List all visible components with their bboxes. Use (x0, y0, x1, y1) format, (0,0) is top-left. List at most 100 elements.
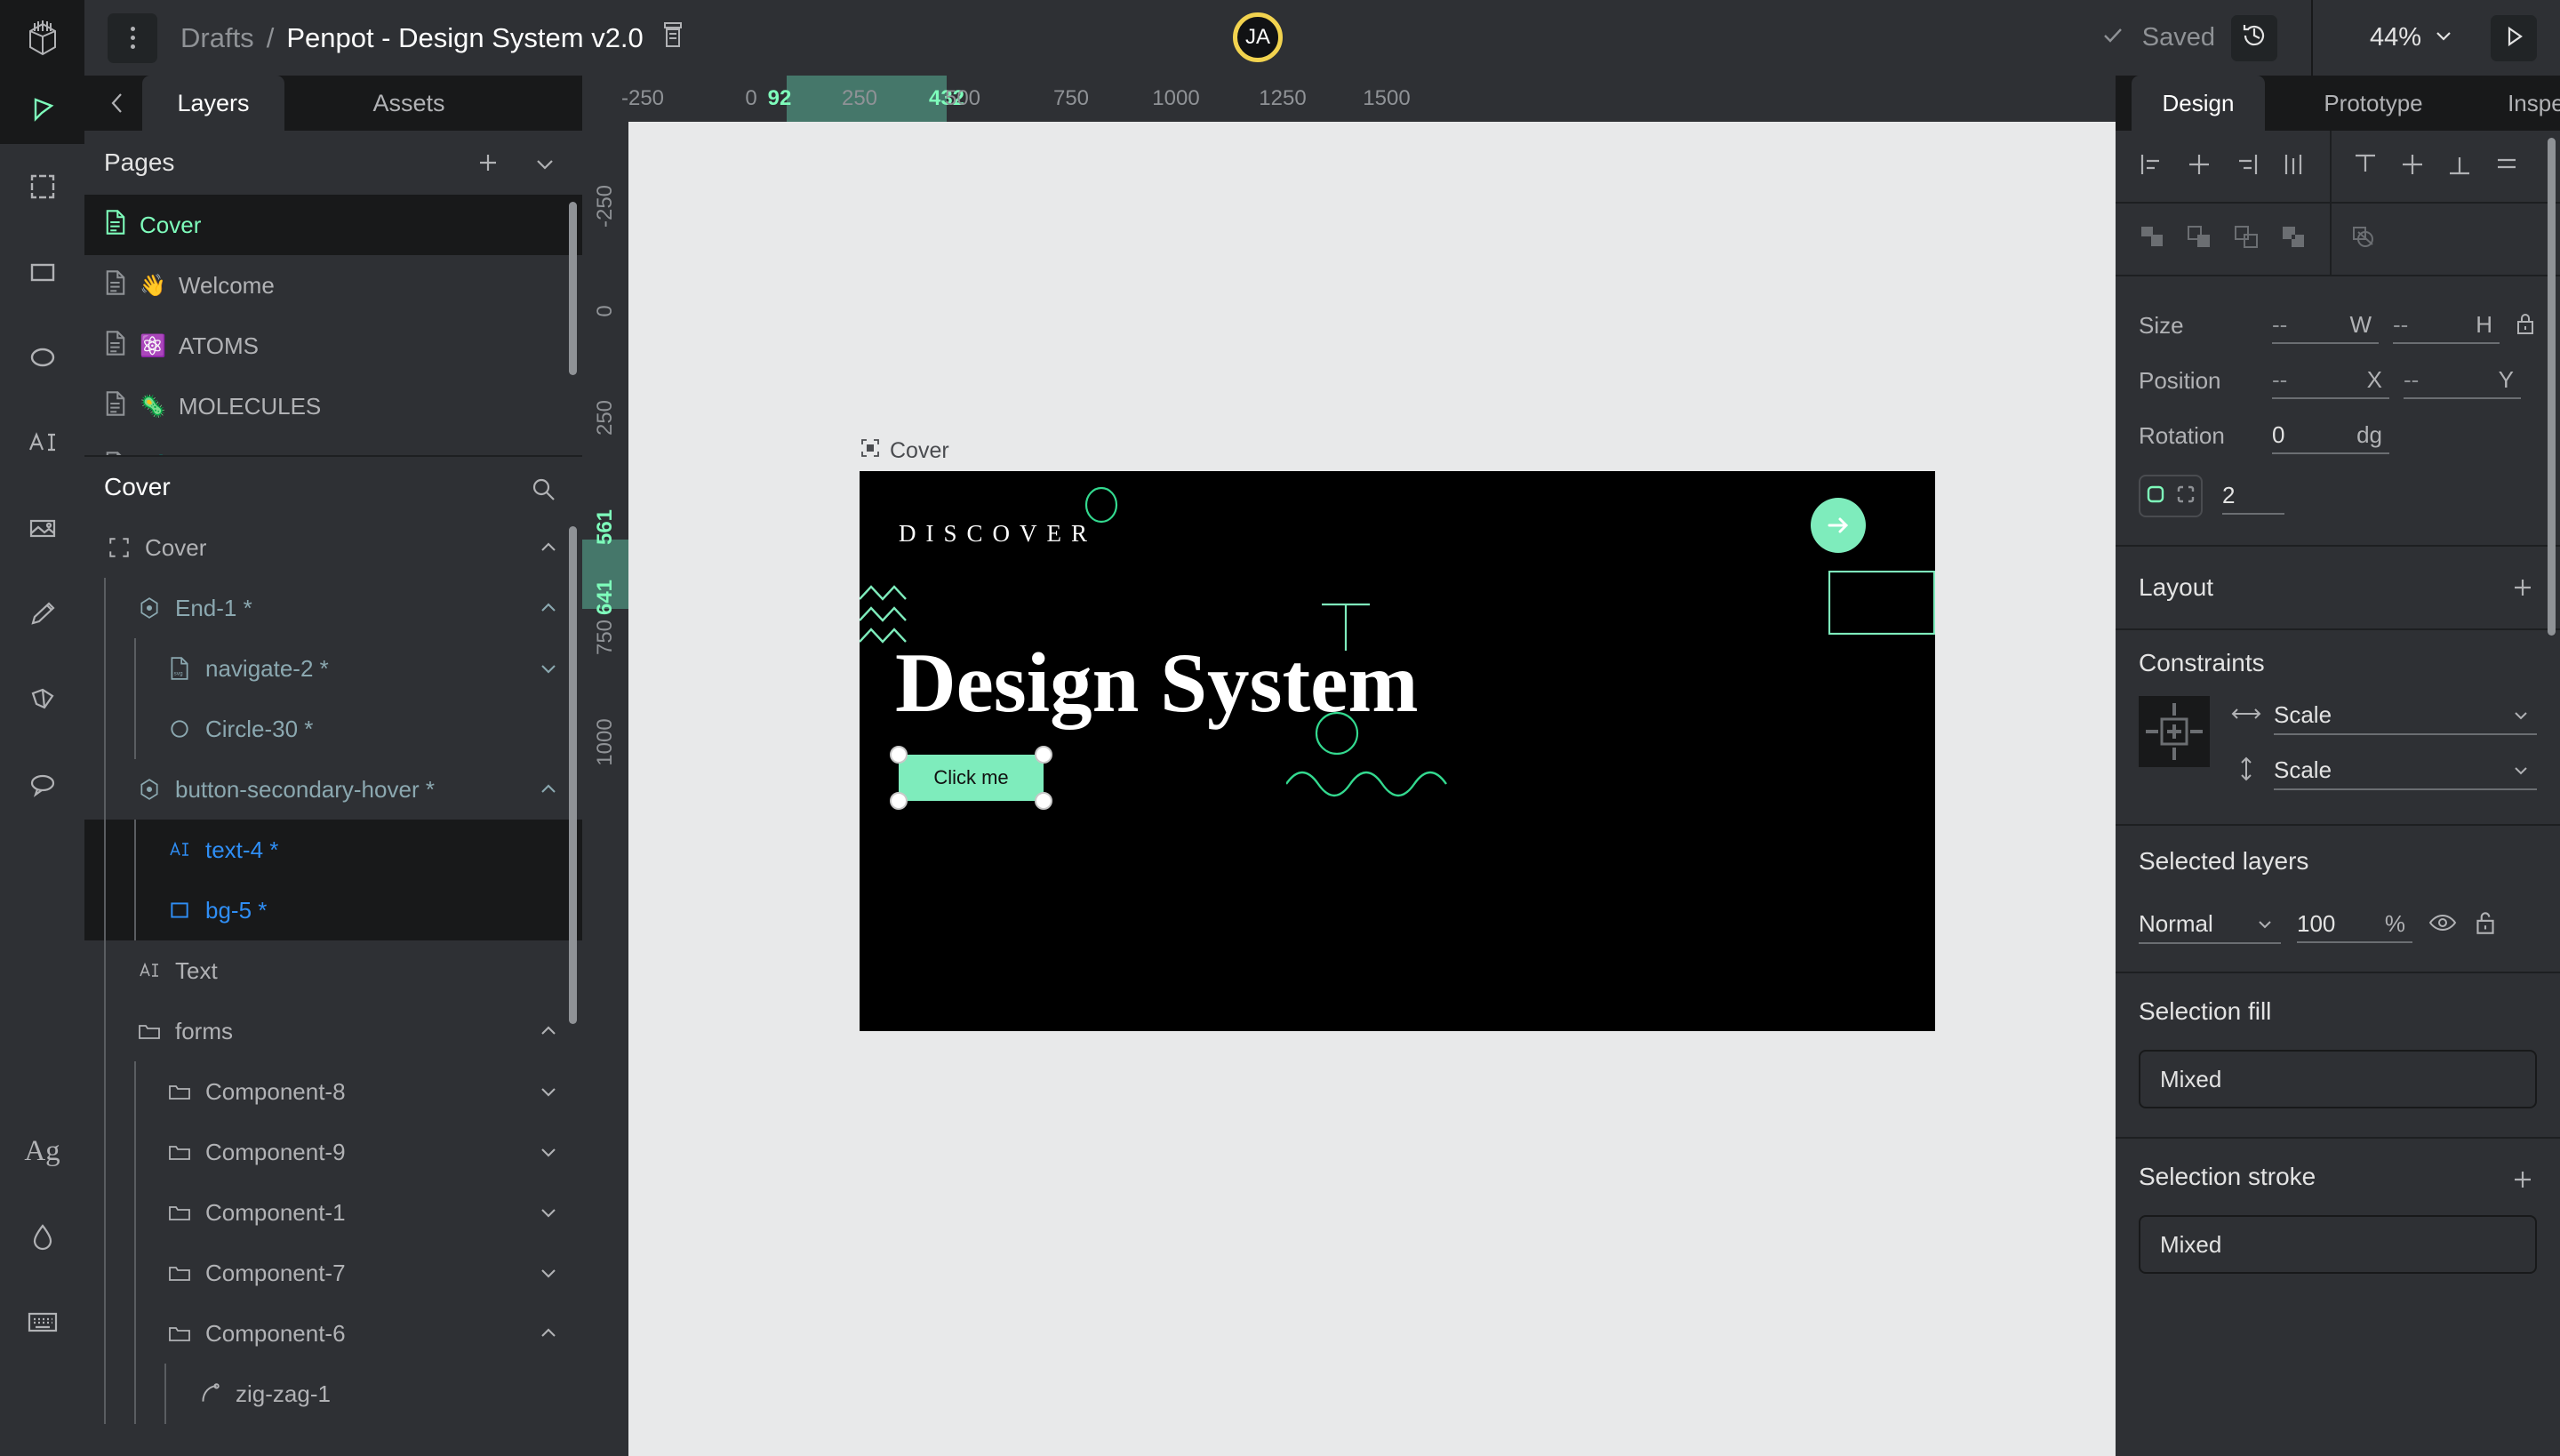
expand-icon[interactable] (531, 1079, 566, 1104)
breadcrumb-project[interactable]: Drafts (180, 22, 254, 54)
constraint-vertical-select[interactable]: Scale (2274, 751, 2537, 790)
layer-row[interactable]: Circle-30 * (84, 699, 582, 759)
layer-row[interactable]: Cover (84, 517, 582, 578)
lock-toggle-icon[interactable] (2473, 908, 2498, 941)
flatten-icon[interactable] (2348, 222, 2379, 257)
library-icon[interactable] (661, 21, 684, 55)
collapse-icon[interactable] (531, 535, 566, 560)
selection-fill-value-box[interactable]: Mixed (2139, 1050, 2537, 1108)
typography-tool[interactable]: Ag (0, 1108, 84, 1194)
pages-collapse-button[interactable] (531, 150, 559, 179)
selection-handle-br[interactable] (1035, 792, 1052, 810)
penpot-logo[interactable] (0, 0, 84, 76)
history-button[interactable] (2231, 14, 2277, 61)
collapse-icon[interactable] (531, 1321, 566, 1346)
constraints-widget[interactable] (2139, 696, 2210, 767)
collapse-icon[interactable] (531, 1019, 566, 1044)
collapse-icon[interactable] (531, 596, 566, 620)
expand-icon[interactable] (531, 1260, 566, 1285)
file-menu-button[interactable] (108, 12, 157, 63)
tab-layers[interactable]: Layers (142, 76, 284, 131)
layer-row[interactable]: zig-zag-1 (84, 1364, 582, 1424)
visibility-toggle-icon[interactable] (2428, 908, 2457, 941)
tab-inspect[interactable]: Inspect (2478, 76, 2560, 131)
boolean-union-icon[interactable] (2137, 222, 2167, 257)
artboard-cover[interactable]: DISCOVER Design System Click me (860, 471, 1935, 1031)
align-middle-icon[interactable] (2396, 148, 2428, 185)
align-center-horizontal-icon[interactable] (2183, 148, 2215, 185)
align-bottom-icon[interactable] (2444, 148, 2476, 185)
canvas-surface[interactable]: Cover DISCOVER Design System Click me (628, 122, 2116, 1456)
selection-handle-tr[interactable] (1035, 746, 1052, 764)
add-layout-button[interactable] (2508, 573, 2537, 602)
rotation-input[interactable]: 0 dg (2272, 417, 2389, 454)
selection-stroke-value-box[interactable]: Mixed (2139, 1215, 2537, 1274)
comment-tool[interactable] (0, 741, 84, 827)
add-stroke-button[interactable] (2508, 1165, 2537, 1194)
expand-icon[interactable] (531, 1140, 566, 1164)
blend-mode-select[interactable]: Normal (2139, 905, 2281, 944)
radius-mode-toggle[interactable] (2139, 475, 2203, 517)
radius-input[interactable]: 2 (2222, 477, 2284, 515)
layers-scrollbar[interactable] (569, 526, 577, 1024)
layer-row[interactable]: Text (84, 940, 582, 1001)
page-item-atoms[interactable]: ⚛️ ATOMS (84, 316, 582, 376)
page-item-cover[interactable]: Cover (84, 195, 582, 255)
tab-prototype[interactable]: Prototype (2298, 76, 2449, 131)
pencil-tool[interactable] (0, 571, 84, 656)
radius-all-icon[interactable] (2145, 484, 2166, 509)
move-tool[interactable] (0, 76, 84, 144)
ellipse-tool[interactable] (0, 315, 84, 400)
opacity-input[interactable]: 100 % (2297, 906, 2412, 943)
position-y-input[interactable]: -- Y (2404, 362, 2521, 399)
layer-row[interactable]: Component-6 (84, 1303, 582, 1364)
zoom-control[interactable]: 44% (2370, 0, 2455, 76)
add-page-button[interactable] (474, 148, 502, 177)
position-x-input[interactable]: -- X (2272, 362, 2389, 399)
text-tool[interactable] (0, 400, 84, 485)
height-input[interactable]: -- H (2393, 307, 2500, 344)
pages-scrollbar[interactable] (569, 202, 577, 375)
layer-row[interactable]: Component-1 (84, 1182, 582, 1243)
artboard-tool[interactable] (0, 144, 84, 229)
width-input[interactable]: -- W (2272, 307, 2379, 344)
distribute-vertical-icon[interactable] (2491, 148, 2523, 185)
layer-row[interactable]: text-4 * (84, 820, 582, 880)
expand-icon[interactable] (531, 656, 566, 681)
layer-row[interactable]: Component-7 (84, 1243, 582, 1303)
search-layers-button[interactable] (527, 473, 559, 505)
tab-design[interactable]: Design (2132, 76, 2265, 131)
image-tool[interactable] (0, 485, 84, 571)
page-item-welcome[interactable]: 👋 Welcome (84, 255, 582, 316)
constraint-horizontal-select[interactable]: Scale (2274, 696, 2537, 735)
layer-row[interactable]: Component-8 (84, 1061, 582, 1122)
right-panel-scrollbar[interactable] (2548, 138, 2556, 636)
radius-individual-icon[interactable] (2175, 484, 2196, 509)
boolean-exclude-icon[interactable] (2278, 222, 2308, 257)
page-item-organisms[interactable]: 🧬 ORGANISMS (84, 436, 582, 455)
selection-handle-bl[interactable] (890, 792, 908, 810)
artboard-label[interactable]: Cover (860, 437, 949, 465)
layer-row[interactable]: End-1 * (84, 578, 582, 638)
arrow-circle-button[interactable] (1811, 498, 1866, 553)
layer-row[interactable]: bg-5 * (84, 880, 582, 940)
collapse-icon[interactable] (531, 777, 566, 802)
avatar[interactable]: JA (1233, 12, 1283, 62)
click-me-button[interactable]: Click me (899, 755, 1044, 801)
collapse-sidebar-button[interactable] (102, 88, 132, 118)
layer-row[interactable]: button-secondary-hover * (84, 759, 582, 820)
align-top-icon[interactable] (2349, 148, 2381, 185)
layer-row[interactable]: Component-9 (84, 1122, 582, 1182)
rect-tool[interactable] (0, 229, 84, 315)
page-item-molecules[interactable]: 🦠 MOLECULES (84, 376, 582, 436)
present-button[interactable] (2491, 15, 2537, 61)
selection-handle-tl[interactable] (890, 746, 908, 764)
align-right-icon[interactable] (2230, 148, 2262, 185)
layer-row[interactable]: forms (84, 1001, 582, 1061)
distribute-horizontal-icon[interactable] (2277, 148, 2309, 185)
layer-row[interactable]: svg navigate-2 * (84, 638, 582, 699)
boolean-difference-icon[interactable] (2184, 222, 2214, 257)
color-tool[interactable] (0, 1194, 84, 1279)
canvas-area[interactable]: -250 0 92 250 432 500 750 1000 1250 1500 -250 0 250… (582, 76, 2116, 1456)
shortcuts-tool[interactable] (0, 1279, 84, 1364)
